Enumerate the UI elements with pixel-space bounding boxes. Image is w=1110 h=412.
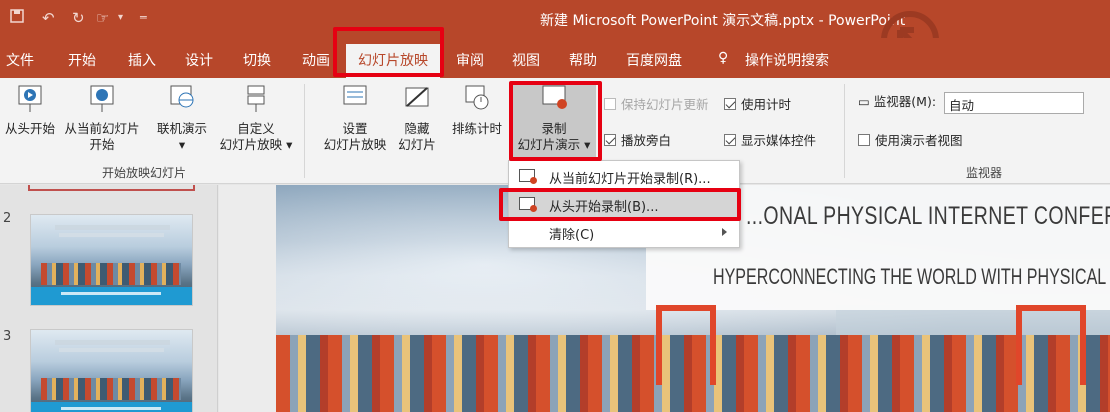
selected-thumb-edge <box>28 185 195 191</box>
keep-slides-updated-checkbox[interactable]: 保持幻灯片更新 <box>604 94 709 113</box>
monitor-select[interactable]: ▭ 监视器(M): 自动 <box>858 91 1085 114</box>
globe-icon <box>170 85 194 108</box>
play-from-start-icon <box>18 85 42 112</box>
slide-subtitle[interactable]: HYPERCONNECTING THE WORLD WITH PHYSICAL … <box>713 264 1110 290</box>
monitor-dropdown[interactable]: 自动 <box>944 91 1085 114</box>
tab-insert[interactable]: 插入 <box>128 50 156 70</box>
custom-slideshow-button[interactable]: 自定义 幻灯片放映 ▾ <box>214 84 298 153</box>
crane-image <box>656 305 716 385</box>
show-media-controls-checkbox[interactable]: 显示媒体控件 <box>724 130 816 149</box>
from-current-slide-button[interactable]: 从当前幻灯片 开始 <box>58 84 146 153</box>
undo-icon[interactable]: ↶ <box>42 9 55 27</box>
ribbon-tabs: 文件 开始 插入 设计 切换 动画 幻灯片放映 审阅 视图 帮助 百度网盘 ♀ … <box>0 38 1110 78</box>
tab-transitions[interactable]: 切换 <box>243 50 271 70</box>
powerpoint-window: ↶ ↻ ☞ ▾ ═ 新建 Microsoft PowerPoint 演示文稿.p… <box>0 0 1110 412</box>
clear-menu-item[interactable]: 清除(C) <box>509 219 739 245</box>
crane-image <box>1016 305 1086 385</box>
stopwatch-icon <box>465 85 489 110</box>
lightbulb-icon: ♀ <box>718 50 729 66</box>
slide-thumbnail-3[interactable] <box>30 329 193 412</box>
customize-icon[interactable]: ═ <box>140 11 147 24</box>
tab-help[interactable]: 帮助 <box>569 50 597 70</box>
group-divider <box>304 84 305 178</box>
tab-home[interactable]: 开始 <box>68 50 96 70</box>
hide-slide-button[interactable]: 隐藏 幻灯片 <box>392 84 442 153</box>
slide-number: 2 <box>3 211 12 226</box>
monitor-icon: ▭ <box>858 94 874 109</box>
tab-design[interactable]: 设计 <box>185 50 213 70</box>
dropdown-arrow-icon[interactable]: ▾ <box>118 12 123 23</box>
submenu-arrow-icon <box>722 228 727 236</box>
slide-thumbnails-pane: 2 3 <box>0 185 218 412</box>
custom-show-icon <box>247 85 265 112</box>
hide-slide-icon <box>405 87 429 107</box>
setup-icon <box>343 85 367 105</box>
title-bar: ↶ ↻ ☞ ▾ ═ 新建 Microsoft PowerPoint 演示文稿.p… <box>0 0 1110 69</box>
play-from-current-icon <box>90 85 114 112</box>
tab-view[interactable]: 视图 <box>512 50 540 70</box>
save-icon[interactable] <box>10 9 24 27</box>
highlight-box-slideshow-tab <box>333 27 444 77</box>
group-label-start-slideshow: 开始放映幻灯片 <box>102 166 187 180</box>
tab-animations[interactable]: 动画 <box>302 50 330 70</box>
present-online-button[interactable]: 联机演示 ▾ <box>150 84 214 153</box>
presenter-view-checkbox[interactable]: 使用演示者视图 <box>858 130 963 149</box>
slide-thumbnail-2[interactable] <box>30 214 193 306</box>
redo-icon[interactable]: ↻ <box>72 9 85 27</box>
rehearse-timings-button[interactable]: 排练计时 <box>446 84 508 137</box>
tab-review[interactable]: 审阅 <box>456 50 484 70</box>
group-divider <box>844 84 845 178</box>
record-from-current-menu-item[interactable]: 从当前幻灯片开始录制(R)... <box>509 163 739 189</box>
slide-number: 3 <box>3 329 12 344</box>
tab-baidu-netdisk[interactable]: 百度网盘 <box>626 50 682 70</box>
tab-file[interactable]: 文件 <box>6 50 34 70</box>
setup-slideshow-button[interactable]: 设置 幻灯片放映 <box>318 84 392 153</box>
highlight-box-record-button <box>509 81 602 161</box>
slide-title[interactable]: ...ONAL PHYSICAL INTERNET CONFERENCE <box>746 202 1110 231</box>
touch-mode-icon[interactable]: ☞ <box>96 9 109 27</box>
play-narrations-checkbox[interactable]: 播放旁白 <box>604 130 671 149</box>
window-title: 新建 Microsoft PowerPoint 演示文稿.pptx - Powe… <box>540 13 906 29</box>
tell-me-search[interactable]: 操作说明搜索 <box>745 50 829 70</box>
highlight-box-record-from-beginning <box>499 188 741 221</box>
from-beginning-button[interactable]: 从头开始 <box>0 84 60 137</box>
record-icon <box>519 169 537 184</box>
group-label-monitors: 监视器 <box>966 166 1003 180</box>
use-timings-checkbox[interactable]: 使用计时 <box>724 94 791 113</box>
